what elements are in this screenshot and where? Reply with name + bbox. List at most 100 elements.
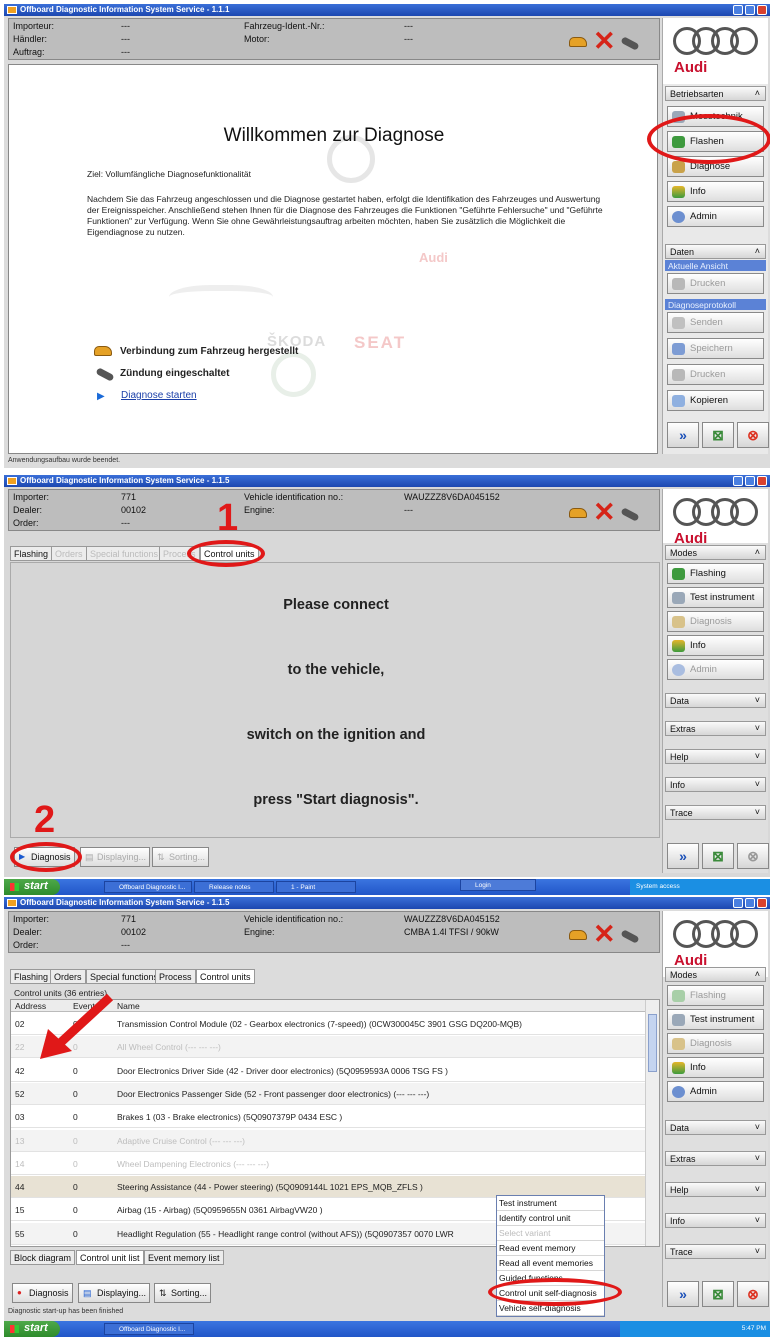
section-trace[interactable]: Trace ˅ <box>665 805 766 820</box>
forward-button[interactable]: » <box>667 843 699 869</box>
tab-special-functions[interactable]: Special functions <box>86 969 163 984</box>
forward-button[interactable]: » <box>667 422 699 448</box>
vertical-scrollbar[interactable] <box>645 1000 659 1246</box>
stethoscope-icon <box>672 161 685 173</box>
tab-process[interactable]: Process <box>155 969 196 984</box>
start-button[interactable]: start <box>4 1321 60 1337</box>
modes-header[interactable]: Modes ˄ <box>665 967 766 982</box>
mode-admin[interactable]: Admin <box>667 206 764 227</box>
table-row[interactable]: 52 0 Door Electronics Passenger Side (52 -… <box>11 1082 645 1105</box>
section-help[interactable]: Help ˅ <box>665 1182 766 1197</box>
minimize-button[interactable] <box>733 5 743 15</box>
save-button[interactable]: Speichern <box>667 338 764 359</box>
task-paint[interactable]: 1 - Paint <box>276 881 356 893</box>
start-button[interactable]: start <box>4 879 60 895</box>
mode-test-instrument[interactable]: Test instrument <box>667 587 764 608</box>
diagnosis-button[interactable]: ● Diagnosis <box>12 1283 73 1303</box>
fullscreen-button[interactable]: ⊠ <box>702 422 734 448</box>
task-odis[interactable]: Offboard Diagnostic I... <box>104 881 192 893</box>
mode-admin[interactable]: Admin <box>667 1081 764 1102</box>
modes-header-label: Modes <box>670 548 698 558</box>
forward-button[interactable]: » <box>667 1281 699 1307</box>
tab-flashing[interactable]: Flashing <box>10 546 53 561</box>
mode-label: Admin <box>690 664 717 675</box>
sidebar: Modes ˄ Flashing Test instrument Diagnosi… <box>662 543 769 873</box>
section-label: Trace <box>670 808 693 818</box>
exit-button[interactable]: ⊗ <box>737 422 769 448</box>
tab-control-units[interactable]: Control units <box>196 969 255 984</box>
engine-value: CMBA 1.4l TFSI / 90kW <box>404 927 499 937</box>
mode-info[interactable]: Info <box>667 181 764 202</box>
context-menu-item[interactable]: Read all event memories <box>497 1256 604 1271</box>
context-menu-item[interactable]: Read event memory <box>497 1241 604 1256</box>
copy-button[interactable]: Kopieren <box>667 390 764 411</box>
modes-header[interactable]: Betriebsarten ˄ <box>665 86 766 101</box>
close-button[interactable] <box>757 5 767 15</box>
tab-orders[interactable]: Orders <box>51 546 87 561</box>
task-release-notes[interactable]: Release notes <box>194 881 274 893</box>
print-view-button[interactable]: Drucken <box>667 273 764 294</box>
exit-button[interactable]: ⊗ <box>737 843 769 869</box>
section-extras[interactable]: Extras ˅ <box>665 1151 766 1166</box>
minimize-button[interactable] <box>733 898 743 908</box>
maximize-button[interactable] <box>745 476 755 486</box>
goal-text: Ziel: Vollumfängliche Diagnosefunktional… <box>87 169 251 179</box>
importer-label: Importeur: <box>13 21 55 31</box>
task-label: Offboard Diagnostic I... <box>119 1326 186 1333</box>
tab-orders[interactable]: Orders <box>50 969 86 984</box>
sidebar: Modes ˄ Flashing Test instrument Diagnosi… <box>662 967 769 1307</box>
table-row[interactable]: 13 0 Adaptive Cruise Control (--- --- ---) <box>11 1129 645 1152</box>
tab-block-diagram[interactable]: Block diagram <box>10 1250 76 1265</box>
tab-control-unit-list[interactable]: Control unit list <box>76 1250 144 1265</box>
mode-test-instrument[interactable]: Test instrument <box>667 1009 764 1030</box>
data-header[interactable]: Daten ˄ <box>665 244 766 259</box>
sorting-button[interactable]: ⇅ Sorting... <box>152 847 210 867</box>
context-menu-item[interactable]: Identify control unit <box>497 1211 604 1226</box>
minimize-button[interactable] <box>733 476 743 486</box>
mode-admin[interactable]: Admin <box>667 659 764 680</box>
scrollbar-thumb[interactable] <box>648 1014 657 1072</box>
start-diagnosis-link[interactable]: ▶ Diagnose starten <box>97 390 197 402</box>
section-info[interactable]: Info ˅ <box>665 1213 766 1228</box>
mode-info[interactable]: Info <box>667 635 764 656</box>
section-data[interactable]: Data ˅ <box>665 1120 766 1135</box>
mode-diagnosis[interactable]: Diagnosis <box>667 1033 764 1054</box>
section-extras[interactable]: Extras ˅ <box>665 721 766 736</box>
books-icon <box>672 1062 685 1074</box>
section-trace[interactable]: Trace ˅ <box>665 1244 766 1259</box>
print-protocol-button[interactable]: Drucken <box>667 364 764 385</box>
column-name[interactable]: Name <box>117 1001 140 1011</box>
fullscreen-button[interactable]: ⊠ <box>702 1281 734 1307</box>
section-info[interactable]: Info ˅ <box>665 777 766 792</box>
tab-flashing[interactable]: Flashing <box>10 969 53 984</box>
chevron-up-icon: ˄ <box>754 969 760 979</box>
mode-flashing[interactable]: Flashing <box>667 563 764 584</box>
table-row[interactable]: 03 0 Brakes 1 (03 - Brake electronics) (5Q… <box>11 1106 645 1129</box>
app-icon <box>7 6 17 14</box>
context-menu-item[interactable]: Test instrument <box>497 1196 604 1211</box>
modes-header[interactable]: Modes ˄ <box>665 545 766 560</box>
exit-button[interactable]: ⊗ <box>737 1281 769 1307</box>
chevron-down-icon: ˅ <box>754 695 760 705</box>
send-button[interactable]: Senden <box>667 312 764 333</box>
maximize-button[interactable] <box>745 5 755 15</box>
close-button[interactable] <box>757 476 767 486</box>
mode-info[interactable]: Info <box>667 1057 764 1078</box>
table-row[interactable]: 14 0 Wheel Dampening Electronics (--- --- … <box>11 1153 645 1175</box>
task-odis[interactable]: Offboard Diagnostic I... <box>104 1323 194 1335</box>
context-menu-item[interactable]: Select variant <box>497 1226 604 1241</box>
sorting-button[interactable]: ⇅ Sorting... <box>154 1283 212 1303</box>
mode-flashing[interactable]: Flashing <box>667 985 764 1006</box>
fullscreen-button[interactable]: ⊠ <box>702 843 734 869</box>
tab-event-memory-list[interactable]: Event memory list <box>144 1250 224 1265</box>
displaying-button[interactable]: ▤ Displaying... <box>80 847 151 867</box>
mode-diagnosis[interactable]: Diagnosis <box>667 611 764 632</box>
login-window-task[interactable]: Login <box>460 879 536 891</box>
tab-special-functions[interactable]: Special functions <box>86 546 163 561</box>
displaying-button[interactable]: ▤ Displaying... <box>78 1283 151 1303</box>
close-button[interactable] <box>757 898 767 908</box>
section-data[interactable]: Data ˅ <box>665 693 766 708</box>
section-help[interactable]: Help ˅ <box>665 749 766 764</box>
maximize-button[interactable] <box>745 898 755 908</box>
message-line-4: press "Start diagnosis". <box>253 792 419 808</box>
